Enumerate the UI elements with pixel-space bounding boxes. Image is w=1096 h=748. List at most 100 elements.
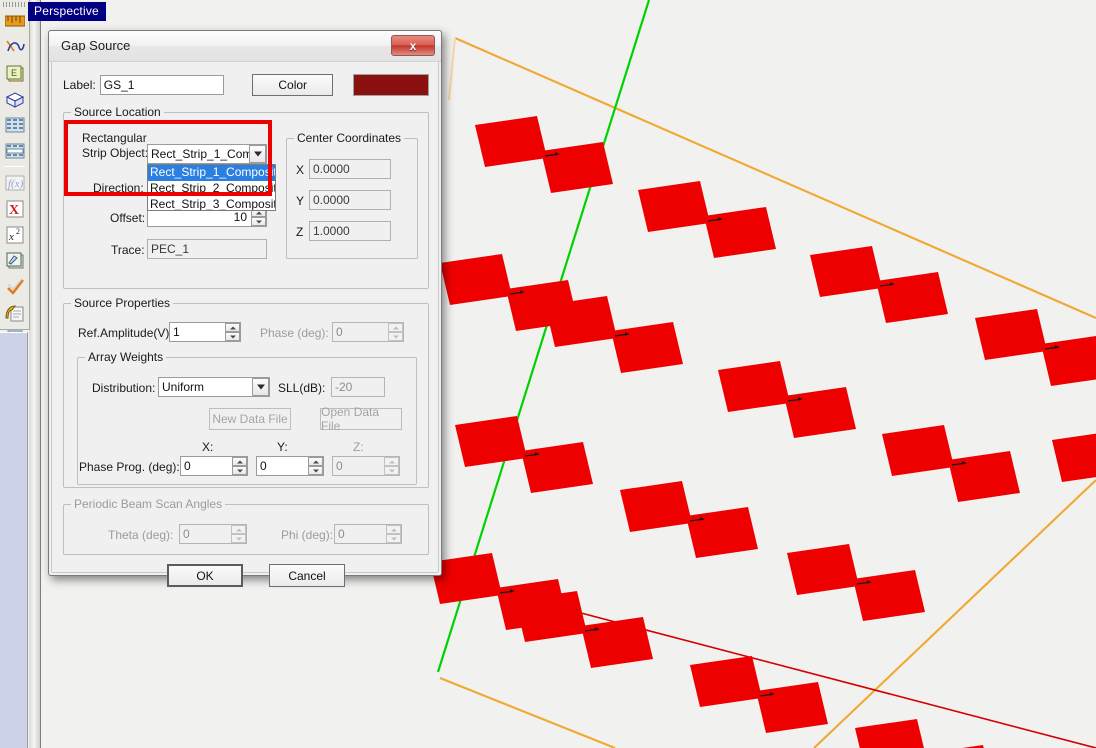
center-coordinates-legend: Center Coordinates bbox=[297, 131, 402, 145]
phase-increment-button bbox=[388, 323, 403, 332]
ref-amplitude-increment-button[interactable] bbox=[225, 323, 240, 332]
sll-caption: SLL(dB): bbox=[278, 381, 326, 395]
ref-amplitude-stepper[interactable]: 1 bbox=[169, 322, 241, 342]
phase-decrement-button bbox=[388, 332, 403, 341]
box-3d-icon[interactable] bbox=[2, 86, 28, 111]
phase-caption: Phase (deg): bbox=[260, 326, 329, 340]
antenna-element-grid bbox=[429, 115, 1096, 748]
center-y-caption: Y bbox=[296, 194, 305, 208]
boundary-edge-right bbox=[813, 479, 1096, 748]
center-x-caption: X bbox=[296, 163, 305, 177]
dialog-body: Label: GS_1 Color Source Location Rectan… bbox=[59, 67, 431, 587]
source-properties-group: Source Properties Ref.Amplitude(V): 1 Ph… bbox=[63, 296, 429, 488]
source-location-legend: Source Location bbox=[74, 105, 161, 119]
left-side-panel[interactable] bbox=[0, 332, 28, 748]
open-data-file-button: Open Data File bbox=[320, 405, 402, 433]
center-y-input[interactable]: 0.0000 bbox=[309, 190, 391, 210]
theta-decrement-button bbox=[231, 534, 246, 543]
strip-object-caption-line2: Strip Object: bbox=[82, 146, 149, 160]
dialog-title-bar[interactable]: Gap Source x bbox=[49, 31, 441, 62]
ref-amplitude-decrement-button[interactable] bbox=[225, 332, 240, 341]
label-row: Label: GS_1 Color bbox=[63, 73, 429, 97]
center-z-input[interactable]: 1.0000 bbox=[309, 221, 391, 241]
phase-prog-z-increment-button bbox=[384, 457, 399, 466]
phase-prog-y-stepper[interactable]: 0 bbox=[256, 456, 324, 476]
cancel-button[interactable]: Cancel bbox=[269, 564, 345, 587]
phase-prog-z-decrement-button bbox=[384, 466, 399, 475]
toolbar-drag-handle[interactable] bbox=[3, 2, 27, 7]
layers-icon[interactable]: E bbox=[2, 60, 28, 85]
ok-button[interactable]: OK bbox=[167, 564, 243, 587]
chevron-down-icon[interactable] bbox=[249, 145, 266, 163]
close-icon-glyph: x bbox=[409, 38, 417, 53]
direction-caption: Direction: bbox=[93, 181, 144, 195]
chevron-down-icon[interactable] bbox=[252, 378, 269, 396]
checkmark-icon[interactable] bbox=[2, 274, 28, 299]
phase-stepper: 0 bbox=[332, 322, 404, 342]
offset-decrement-button[interactable] bbox=[251, 217, 266, 226]
left-toolbar: E f(x) X x2 bbox=[0, 0, 30, 380]
phase-prog-x-decrement-button[interactable] bbox=[232, 466, 247, 475]
svg-text:X: X bbox=[9, 203, 19, 218]
array-weights-group: Array Weights Distribution: Uniform SLL(… bbox=[77, 350, 417, 485]
strip-object-combobox[interactable]: Rect_Strip_1_Comp bbox=[147, 144, 267, 164]
window-edit-icon[interactable] bbox=[2, 248, 28, 273]
boundary-edge-left bbox=[447, 37, 457, 101]
phase-prog-y-decrement-button[interactable] bbox=[308, 466, 323, 475]
distribution-combobox[interactable]: Uniform bbox=[158, 377, 270, 397]
dropdown-option-0[interactable]: Rect_Strip_1_Composite bbox=[148, 165, 275, 181]
toolbar-separator-1 bbox=[4, 166, 25, 167]
dialog-title: Gap Source bbox=[61, 38, 131, 53]
color-button[interactable]: Color bbox=[252, 74, 334, 96]
array-weights-legend: Array Weights bbox=[88, 350, 164, 364]
boundary-edge-bottom bbox=[439, 677, 616, 748]
center-z-caption: Z bbox=[296, 225, 304, 239]
ruler-icon[interactable] bbox=[2, 8, 28, 33]
sll-input: -20 bbox=[331, 377, 385, 397]
window-splitter[interactable] bbox=[29, 0, 41, 748]
phase-prog-y-caption: Y: bbox=[277, 440, 288, 454]
theta-caption: Theta (deg): bbox=[108, 528, 174, 542]
x-squared-icon[interactable]: x2 bbox=[2, 222, 28, 247]
theta-increment-button bbox=[231, 525, 246, 534]
dropdown-option-1[interactable]: Rect_Strip_2_Composite bbox=[148, 181, 275, 197]
svg-text:E: E bbox=[11, 68, 17, 78]
waveform-icon[interactable] bbox=[2, 34, 28, 59]
phi-increment-button bbox=[386, 525, 401, 534]
svg-text:2: 2 bbox=[16, 227, 20, 236]
offset-caption: Offset: bbox=[110, 211, 146, 225]
trace-value: PEC_1 bbox=[147, 239, 267, 259]
ref-amplitude-caption: Ref.Amplitude(V): bbox=[78, 326, 173, 340]
function-fx-icon[interactable]: f(x) bbox=[2, 170, 28, 195]
gap-source-dialog[interactable]: Gap Source x Label: GS_1 Color Source Lo… bbox=[48, 30, 442, 587]
phase-prog-z-stepper: 0 bbox=[332, 456, 400, 476]
center-coordinates-group: Center Coordinates X 0.0000 Y 0.0000 Z 1… bbox=[286, 131, 418, 259]
phi-decrement-button bbox=[386, 534, 401, 543]
phase-prog-caption: Phase Prog. (deg): bbox=[79, 460, 180, 474]
source-properties-legend: Source Properties bbox=[74, 296, 171, 310]
label-input[interactable]: GS_1 bbox=[99, 75, 224, 95]
phase-prog-x-stepper[interactable]: 0 bbox=[180, 456, 248, 476]
strip-object-dropdown-list[interactable]: Rect_Strip_1_Composite Rect_Strip_2_Comp… bbox=[147, 164, 276, 211]
viewport-mode-label: Perspective bbox=[28, 2, 106, 21]
svg-text:x: x bbox=[8, 231, 14, 243]
trace-caption: Trace: bbox=[111, 243, 145, 257]
grid-table-icon[interactable] bbox=[2, 112, 28, 137]
phi-stepper: 0 bbox=[334, 524, 402, 544]
center-x-input[interactable]: 0.0000 bbox=[309, 159, 391, 179]
periodic-beam-scan-legend: Periodic Beam Scan Angles bbox=[74, 497, 223, 511]
x-variable-icon[interactable]: X bbox=[2, 196, 28, 221]
note-pencil-icon[interactable] bbox=[2, 300, 28, 325]
label-caption: Label: bbox=[63, 78, 96, 92]
distribution-caption: Distribution: bbox=[92, 381, 156, 395]
grid-table-edit-icon[interactable] bbox=[2, 138, 28, 163]
close-icon[interactable]: x bbox=[391, 35, 435, 56]
strip-object-caption-line1: Rectangular bbox=[82, 131, 147, 145]
theta-stepper: 0 bbox=[179, 524, 247, 544]
dropdown-option-2[interactable]: Rect_Strip_3_Composite bbox=[148, 197, 275, 210]
phase-prog-x-increment-button[interactable] bbox=[232, 457, 247, 466]
phase-prog-y-increment-button[interactable] bbox=[308, 457, 323, 466]
source-location-group: Source Location Rectangular Strip Object… bbox=[63, 105, 429, 289]
periodic-beam-scan-group: Periodic Beam Scan Angles Theta (deg): 0… bbox=[63, 497, 429, 555]
color-swatch[interactable] bbox=[353, 74, 429, 96]
